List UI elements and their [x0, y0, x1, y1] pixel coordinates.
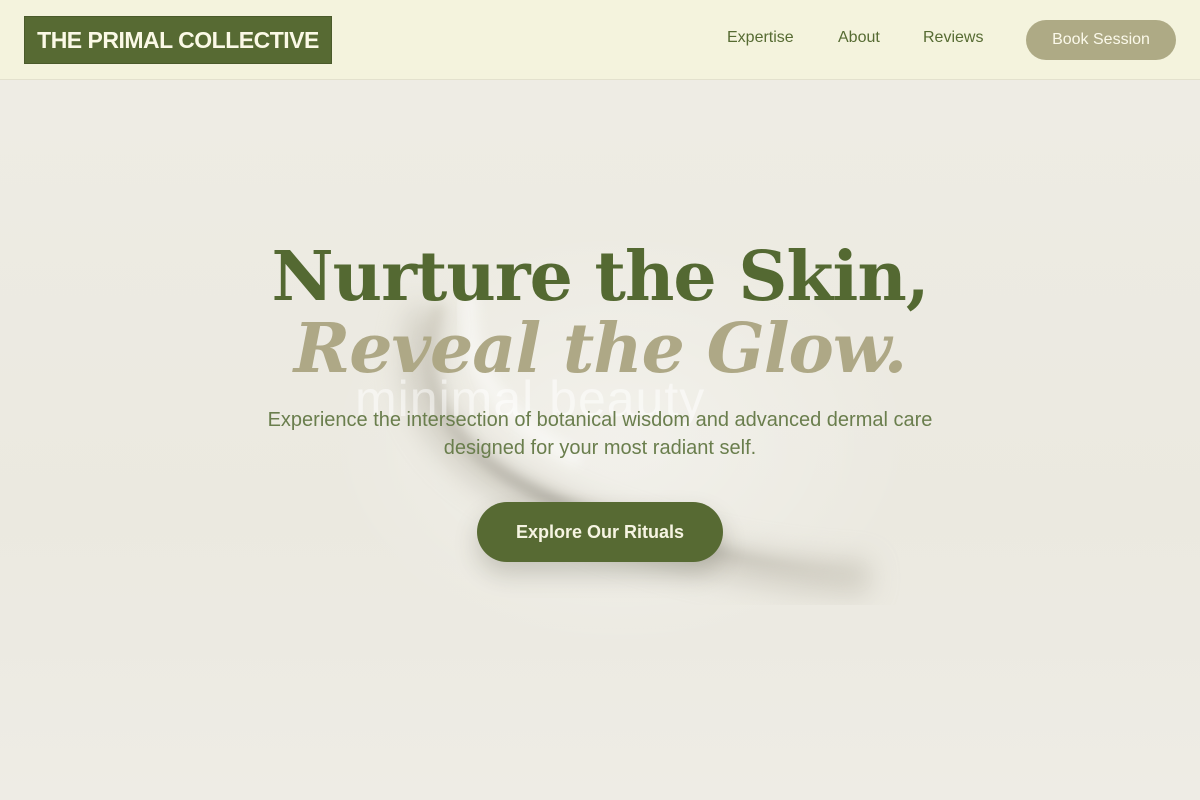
main-nav: Expertise About Reviews Book Session [0, 0, 1200, 80]
landing-page: minimal beauty THE PRIMAL COLLECTIVE Exp… [0, 0, 1200, 800]
nav-link-reviews[interactable]: Reviews [923, 29, 983, 47]
hero-section: Nurture the Skin, Reveal the Glow. Exper… [0, 0, 1200, 800]
hero-headline-primary: Nurture the Skin, [271, 237, 930, 317]
hero-headline-secondary: Reveal the Glow. [293, 309, 908, 389]
nav-link-about[interactable]: About [838, 29, 880, 47]
book-session-button[interactable]: Book Session [1026, 20, 1176, 60]
site-header: THE PRIMAL COLLECTIVE Expertise About Re… [0, 0, 1200, 80]
nav-link-expertise[interactable]: Expertise [727, 29, 794, 47]
explore-rituals-button[interactable]: Explore Our Rituals [477, 502, 723, 562]
hero-subtext: Experience the intersection of botanical… [267, 409, 933, 459]
